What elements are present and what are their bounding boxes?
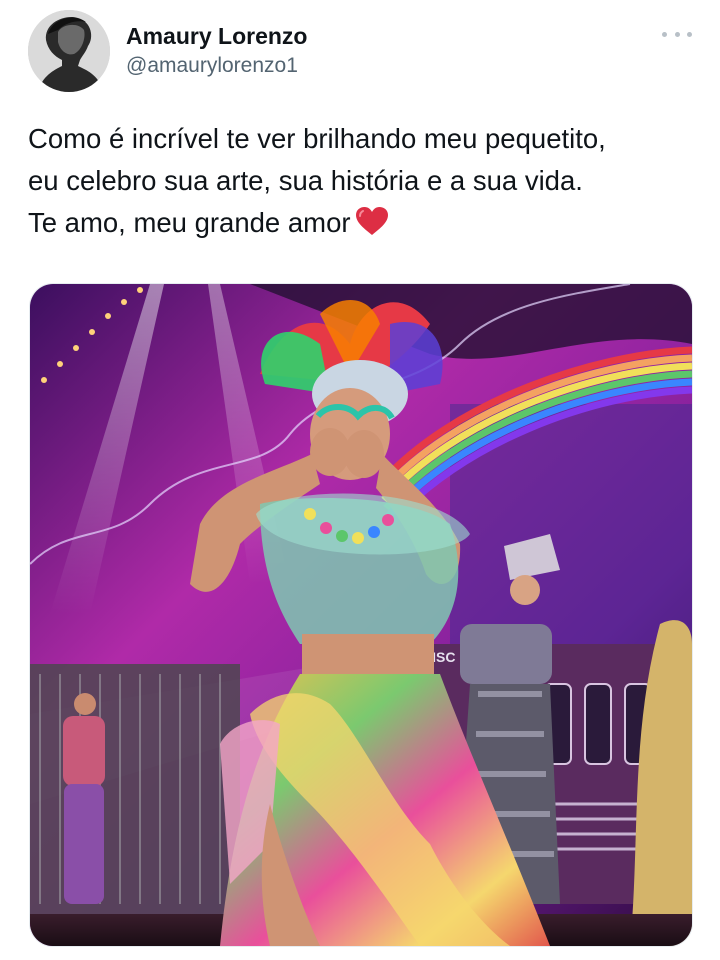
author-names: Amaury Lorenzo @amaurylorenzo1: [126, 22, 307, 80]
tweet-text: Como é incrível te ver brilhando meu peq…: [28, 118, 696, 248]
tweet-text-line-last: Te amo, meu grande amor: [28, 202, 696, 248]
more-options-icon[interactable]: [662, 24, 692, 44]
tweet-text-line: eu celebro sua arte, sua história e a su…: [28, 165, 583, 196]
tweet-photo[interactable]: RISC: [29, 283, 693, 947]
red-heart-icon: [355, 206, 389, 248]
avatar[interactable]: [28, 10, 110, 92]
tweet-text-line: Como é incrível te ver brilhando meu peq…: [28, 123, 606, 154]
tweet-card: Amaury Lorenzo @amaurylorenzo1 Como é in…: [0, 0, 720, 960]
display-name[interactable]: Amaury Lorenzo: [126, 22, 307, 50]
tweet-header: Amaury Lorenzo @amaurylorenzo1: [28, 10, 700, 92]
user-handle[interactable]: @amaurylorenzo1: [126, 52, 307, 80]
